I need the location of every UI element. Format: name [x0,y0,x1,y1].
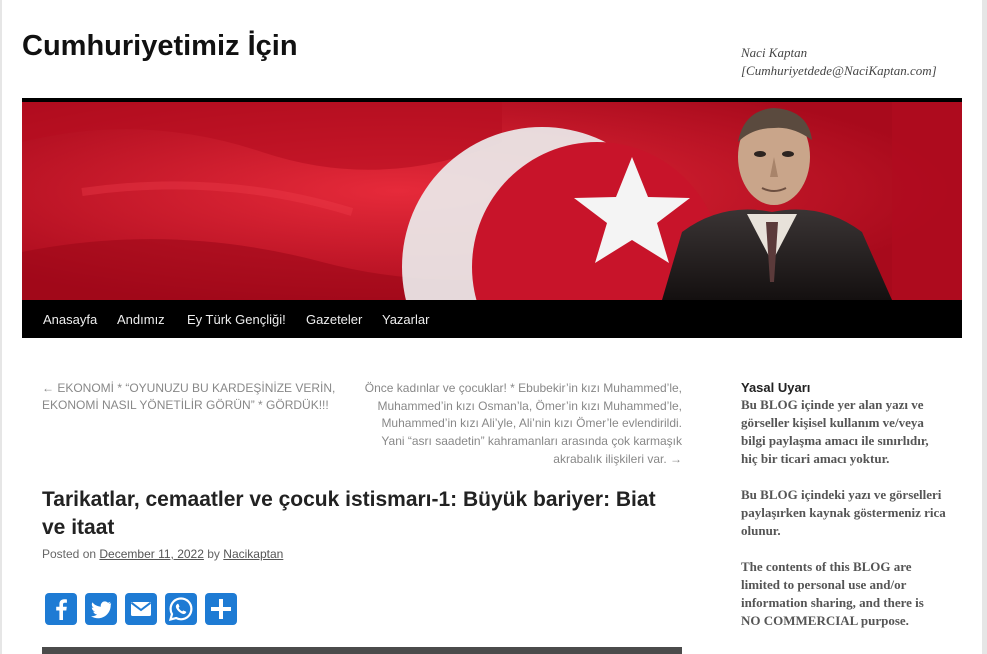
sidebar-paragraph: Bu BLOG içinde yer alan yazı ve görselle… [741,397,929,466]
sidebar-paragraph: Bu BLOG içindeki yazı ve görselleri payl… [741,487,946,538]
sidebar-title: Yasal Uyarı [741,380,811,395]
nav-item-ey-turk-gencligi[interactable]: Ey Türk Gençliği! [187,312,286,327]
twitter-share-button[interactable] [85,593,117,625]
email-share-button[interactable] [125,593,157,625]
facebook-icon [56,599,67,620]
nav-item-yazarlar[interactable]: Yazarlar [382,312,429,327]
whatsapp-icon [168,597,193,622]
author-name: Naci Kaptan [741,45,808,60]
posted-on-label: Posted on [42,547,97,561]
previous-post-link[interactable]: ← EKONOMİ * “OYUNUZU BU KARDEŞİNİZE VERİ… [42,380,362,414]
author-info: Naci Kaptan [Cumhuriyetdede@NaciKaptan.c… [741,44,937,80]
twitter-icon [91,601,112,619]
sidebar-paragraph: The contents of this BLOG are limited to… [741,559,924,628]
whatsapp-share-button[interactable] [165,593,197,625]
by-label: by [207,547,220,561]
share-icon [211,599,231,619]
page: Cumhuriyetimiz İçin Naci Kaptan [Cumhuri… [2,0,982,654]
sidebar-widget-legal-notice: Yasal Uyarı Bu BLOG içinde yer alan yazı… [741,380,946,648]
nav-item-andimiz[interactable]: Andımız [117,312,165,327]
author-email: [Cumhuriyetdede@NaciKaptan.com] [741,63,937,78]
post-meta: Posted on December 11, 2022 by Nacikapta… [42,547,283,561]
main-navigation: Anasayfa Andımız Ey Türk Gençliği! Gazet… [22,300,962,338]
header-banner-image [22,98,962,300]
post-author-link[interactable]: Nacikaptan [223,547,283,561]
nav-item-gazeteler[interactable]: Gazeteler [306,312,362,327]
site-title[interactable]: Cumhuriyetimiz İçin [22,30,298,63]
email-icon [130,602,152,616]
facebook-share-button[interactable] [45,593,77,625]
post-content-image-top [42,647,682,654]
more-share-button[interactable] [205,593,237,625]
post-title: Tarikatlar, cemaatler ve çocuk istismarı… [42,488,656,539]
post-date-link[interactable]: December 11, 2022 [99,547,204,561]
next-post-link[interactable]: Önce kadınlar ve çocuklar! * Ebubekir’in… [362,380,682,469]
nav-item-anasayfa[interactable]: Anasayfa [43,312,97,327]
banner-flag-illustration [22,102,962,300]
